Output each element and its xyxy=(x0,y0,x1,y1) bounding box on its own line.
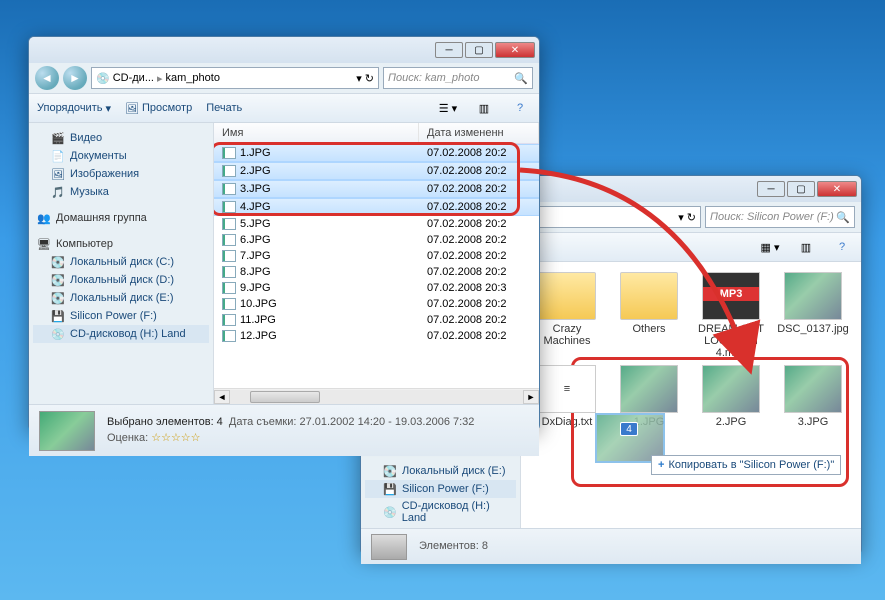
image-file-icon xyxy=(222,234,236,246)
titlebar[interactable]: ─ ▢ ✕ xyxy=(29,37,539,63)
nav-drive-item[interactable]: 💽Локальный диск (E:) xyxy=(365,462,516,480)
toolbar: Упорядочить ▾ 🖼 Просмотр Печать ☰ ▾ ▥ ? xyxy=(29,93,539,123)
forward-button[interactable]: ► xyxy=(63,66,87,90)
computer-header[interactable]: 🖥Компьютер xyxy=(33,235,209,253)
image-file-icon xyxy=(222,147,236,159)
image-file-icon xyxy=(222,330,236,342)
nav-drive-item[interactable]: 💿CD-дисковод (H:) Land xyxy=(365,498,516,526)
preview-pane-button[interactable]: ▥ xyxy=(795,237,817,257)
image-file-icon xyxy=(222,314,236,326)
nav-row: ◄ ► 💿 CD-ди...▸ kam_photo ▾ ↻ Поиск: kam… xyxy=(29,63,539,93)
close-button[interactable]: ✕ xyxy=(817,181,857,197)
breadcrumb[interactable]: kam_photo xyxy=(163,72,223,84)
file-item[interactable]: 3.JPG xyxy=(777,365,849,428)
image-file-icon xyxy=(222,282,236,294)
file-row[interactable]: 8.JPG07.02.2008 20:2 xyxy=(214,264,539,280)
disc-icon: 💿 xyxy=(96,72,110,85)
drag-count-badge: 4 xyxy=(620,422,638,436)
preview-button[interactable]: 🖼 Просмотр xyxy=(125,102,192,115)
horizontal-scrollbar[interactable]: ◄► xyxy=(214,388,539,404)
back-button[interactable]: ◄ xyxy=(35,66,59,90)
file-row[interactable]: 7.JPG07.02.2008 20:2 xyxy=(214,248,539,264)
minimize-button[interactable]: ─ xyxy=(435,42,463,58)
image-file-icon xyxy=(222,218,236,230)
print-button[interactable]: Печать xyxy=(206,102,242,114)
search-icon: 🔍 xyxy=(514,72,528,85)
nav-drive-item[interactable]: 💽Локальный диск (C:) xyxy=(33,253,209,271)
nav-drive-item[interactable]: 💽Локальный диск (D:) xyxy=(33,271,209,289)
drive-icon xyxy=(371,534,407,560)
search-icon: 🔍 xyxy=(836,211,850,224)
file-row[interactable]: 12.JPG07.02.2008 20:2 xyxy=(214,328,539,344)
file-row[interactable]: 10.JPG07.02.2008 20:2 xyxy=(214,296,539,312)
image-file-icon xyxy=(222,201,236,213)
file-list[interactable]: Имя Дата измененн 1.JPG07.02.2008 20:22.… xyxy=(214,123,539,404)
help-button[interactable]: ? xyxy=(831,237,853,257)
column-headers[interactable]: Имя Дата измененн xyxy=(214,123,539,144)
search-input[interactable]: Поиск: Silicon Power (F:)🔍 xyxy=(705,206,855,228)
nav-library-item[interactable]: 🖼Изображения xyxy=(33,165,209,183)
view-button[interactable]: ▦ ▾ xyxy=(759,237,781,257)
organize-button[interactable]: Упорядочить ▾ xyxy=(37,102,111,115)
nav-library-item[interactable]: 🎬Видео xyxy=(33,129,209,147)
maximize-button[interactable]: ▢ xyxy=(787,181,815,197)
file-row[interactable]: 9.JPG07.02.2008 20:3 xyxy=(214,280,539,296)
file-item[interactable]: MP3DREAM OUT LOUD_DM 4.mp3 xyxy=(695,272,767,359)
nav-drive-item[interactable]: 💾Silicon Power (F:) xyxy=(365,480,516,498)
file-row[interactable]: 4.JPG07.02.2008 20:2 xyxy=(214,198,539,216)
view-button[interactable]: ☰ ▾ xyxy=(437,98,459,118)
explorer-window-source[interactable]: ─ ▢ ✕ ◄ ► 💿 CD-ди...▸ kam_photo ▾ ↻ Поис… xyxy=(28,36,540,431)
status-bar: Элементов: 8 xyxy=(361,528,861,564)
plus-icon: + xyxy=(658,459,664,471)
nav-library-item[interactable]: 🎵Музыка xyxy=(33,183,209,201)
file-row[interactable]: 11.JPG07.02.2008 20:2 xyxy=(214,312,539,328)
image-file-icon xyxy=(222,266,236,278)
item-count: Элементов: 8 xyxy=(419,540,488,552)
image-file-icon xyxy=(222,183,236,195)
maximize-button[interactable]: ▢ xyxy=(465,42,493,58)
col-name[interactable]: Имя xyxy=(214,123,419,143)
file-row[interactable]: 5.JPG07.02.2008 20:2 xyxy=(214,216,539,232)
nav-drive-item[interactable]: 💾Silicon Power (F:) xyxy=(33,307,209,325)
status-bar: Выбрано элементов: 4 Дата съемки: 27.01.… xyxy=(29,404,539,456)
image-file-icon xyxy=(222,298,236,310)
file-item[interactable]: Others xyxy=(613,272,685,359)
homegroup-header[interactable]: 👥Домашняя группа xyxy=(33,209,209,227)
help-button[interactable]: ? xyxy=(509,98,531,118)
file-row[interactable]: 1.JPG07.02.2008 20:2 xyxy=(214,144,539,162)
preview-thumb xyxy=(39,411,95,451)
file-item[interactable]: ≡DxDiag.txt xyxy=(531,365,603,428)
preview-pane-button[interactable]: ▥ xyxy=(473,98,495,118)
search-input[interactable]: Поиск: kam_photo🔍 xyxy=(383,67,533,89)
image-file-icon xyxy=(222,250,236,262)
image-file-icon xyxy=(222,165,236,177)
file-row[interactable]: 3.JPG07.02.2008 20:2 xyxy=(214,180,539,198)
col-date[interactable]: Дата измененн xyxy=(419,123,539,143)
file-row[interactable]: 2.JPG07.02.2008 20:2 xyxy=(214,162,539,180)
file-item[interactable]: 2.JPG xyxy=(695,365,767,428)
file-icon-view[interactable]: Crazy MachinesOthersMP3DREAM OUT LOUD_DM… xyxy=(521,262,861,528)
breadcrumb[interactable]: CD-ди... xyxy=(110,72,157,84)
nav-drive-item[interactable]: 💿CD-дисковод (H:) Land xyxy=(33,325,209,343)
file-item[interactable]: DSC_0137.jpg xyxy=(777,272,849,359)
file-row[interactable]: 6.JPG07.02.2008 20:2 xyxy=(214,232,539,248)
minimize-button[interactable]: ─ xyxy=(757,181,785,197)
nav-pane[interactable]: 🎬Видео📄Документы🖼Изображения🎵Музыка 👥Дом… xyxy=(29,123,214,404)
drop-tooltip: +Копировать в "Silicon Power (F:)" xyxy=(651,455,841,475)
selection-count: Выбрано элементов: 4 xyxy=(107,416,223,428)
address-bar[interactable]: 💿 CD-ди...▸ kam_photo ▾ ↻ xyxy=(91,67,379,89)
nav-drive-item[interactable]: 💽Локальный диск (E:) xyxy=(33,289,209,307)
file-item[interactable]: Crazy Machines xyxy=(531,272,603,359)
nav-library-item[interactable]: 📄Документы xyxy=(33,147,209,165)
close-button[interactable]: ✕ xyxy=(495,42,535,58)
